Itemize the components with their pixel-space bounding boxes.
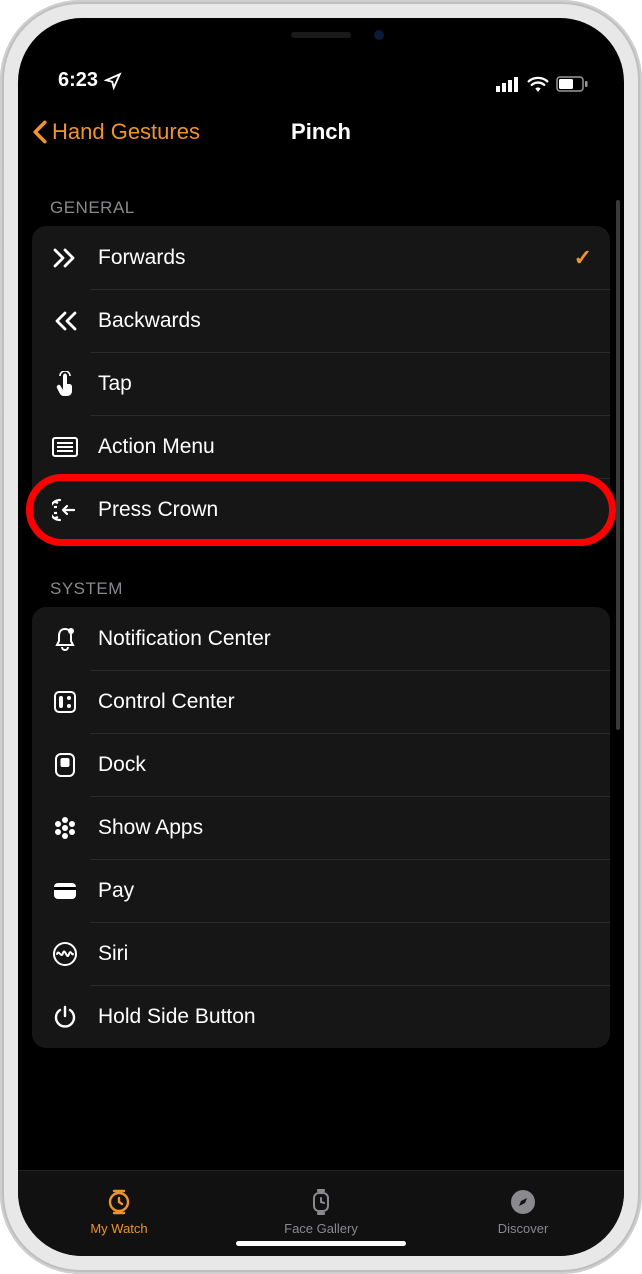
row-control-center[interactable]: Control Center bbox=[32, 670, 610, 733]
tab-discover[interactable]: Discover bbox=[422, 1171, 624, 1252]
tab-face-gallery[interactable]: Face Gallery bbox=[220, 1171, 422, 1252]
row-label: Action Menu bbox=[98, 435, 592, 459]
row-apple-pay[interactable]: Pay bbox=[32, 859, 610, 922]
apps-grid-icon bbox=[50, 813, 80, 843]
row-label: Pay bbox=[98, 879, 592, 903]
row-label: Show Apps bbox=[98, 816, 592, 840]
row-label: Press Crown bbox=[98, 498, 592, 522]
tab-label: My Watch bbox=[90, 1221, 147, 1236]
wallet-icon bbox=[50, 876, 80, 906]
row-label: Dock bbox=[98, 753, 592, 777]
row-dock[interactable]: Dock bbox=[32, 733, 610, 796]
section-header-system: SYSTEM bbox=[32, 541, 610, 607]
chevron-left-icon bbox=[32, 120, 48, 144]
status-time: 6:23 bbox=[58, 69, 98, 92]
group-general: Forwards ✓ Backwards bbox=[32, 226, 610, 541]
row-siri[interactable]: Siri bbox=[32, 922, 610, 985]
battery-icon bbox=[556, 76, 588, 92]
cellular-icon bbox=[496, 76, 520, 92]
row-label: Control Center bbox=[98, 690, 592, 714]
dock-icon bbox=[50, 750, 80, 780]
row-label: Hold Side Button bbox=[98, 1005, 592, 1029]
power-icon bbox=[50, 1002, 80, 1032]
row-label: Notification Center bbox=[98, 627, 592, 651]
tab-label: Face Gallery bbox=[284, 1221, 358, 1236]
wifi-icon bbox=[527, 76, 549, 92]
face-gallery-icon bbox=[309, 1187, 333, 1217]
back-button[interactable]: Hand Gestures bbox=[32, 119, 200, 145]
control-center-icon bbox=[50, 687, 80, 717]
row-label: Siri bbox=[98, 942, 592, 966]
row-press-crown[interactable]: Press Crown bbox=[32, 478, 610, 541]
scrollbar[interactable] bbox=[616, 200, 620, 730]
content-scroll[interactable]: GENERAL Forwards ✓ bbox=[18, 160, 624, 1170]
device-volume-down bbox=[0, 340, 2, 410]
action-menu-icon bbox=[50, 432, 80, 462]
device-volume-up bbox=[0, 250, 2, 320]
section-header-general: GENERAL bbox=[32, 160, 610, 226]
row-label: Tap bbox=[98, 372, 592, 396]
device-frame: 6:23 bbox=[0, 0, 642, 1274]
row-show-apps[interactable]: Show Apps bbox=[32, 796, 610, 859]
press-crown-icon bbox=[50, 495, 80, 525]
row-forwards[interactable]: Forwards ✓ bbox=[32, 226, 610, 289]
discover-icon bbox=[509, 1187, 537, 1217]
row-label: Backwards bbox=[98, 309, 592, 333]
tab-label: Discover bbox=[498, 1221, 549, 1236]
row-action-menu[interactable]: Action Menu bbox=[32, 415, 610, 478]
tab-my-watch[interactable]: My Watch bbox=[18, 1171, 220, 1252]
nav-bar: Hand Gestures Pinch bbox=[18, 104, 624, 160]
row-hold-side-button[interactable]: Hold Side Button bbox=[32, 985, 610, 1048]
group-system: Notification Center Control Center bbox=[32, 607, 610, 1048]
row-notification-center[interactable]: Notification Center bbox=[32, 607, 610, 670]
check-icon: ✓ bbox=[574, 245, 592, 271]
chevrons-left-icon bbox=[50, 306, 80, 336]
notch bbox=[206, 18, 436, 52]
row-backwards[interactable]: Backwards bbox=[32, 289, 610, 352]
device-mute-switch bbox=[0, 170, 2, 210]
location-icon bbox=[104, 72, 122, 90]
screen: 6:23 bbox=[18, 18, 624, 1256]
bell-icon bbox=[50, 624, 80, 654]
row-label: Forwards bbox=[98, 246, 574, 270]
chevrons-right-icon bbox=[50, 243, 80, 273]
tap-hand-icon bbox=[50, 369, 80, 399]
home-indicator[interactable] bbox=[236, 1241, 406, 1246]
back-label: Hand Gestures bbox=[52, 119, 200, 145]
row-tap[interactable]: Tap bbox=[32, 352, 610, 415]
siri-icon bbox=[50, 939, 80, 969]
watch-icon bbox=[105, 1187, 133, 1217]
